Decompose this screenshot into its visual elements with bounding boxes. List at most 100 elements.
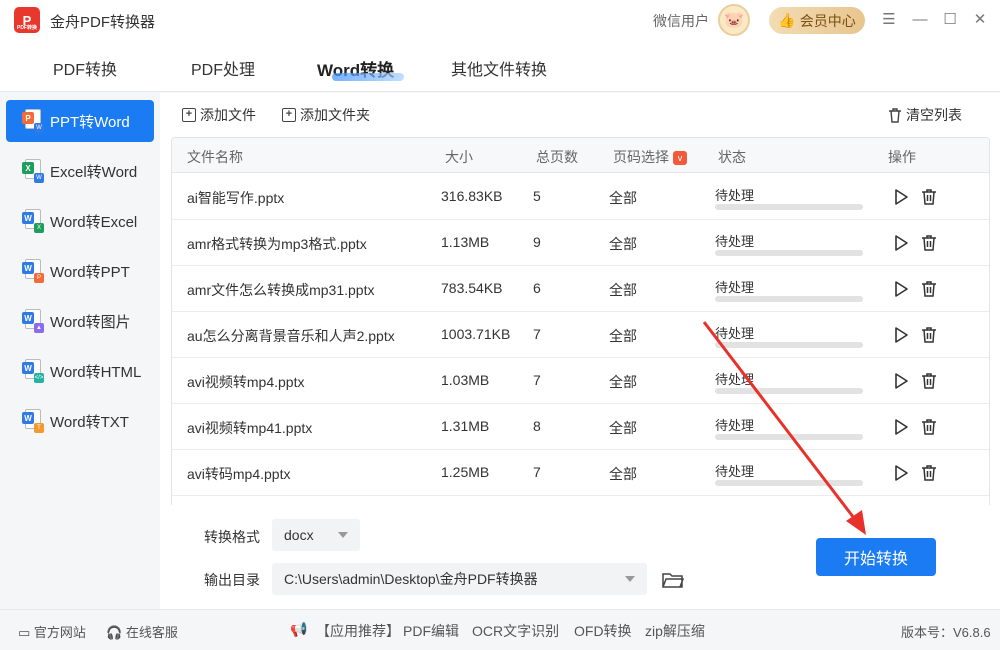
sidebar-item-label: Excel转Word [50,163,138,181]
format-select[interactable]: docx [272,519,360,551]
sidebar-item-word-to-html[interactable]: W </> Word转HTML [6,350,154,392]
website-label: 官方网站 [33,625,86,640]
page-count-cell: 7 [533,464,541,480]
clear-list-button[interactable]: 清空列表 [888,105,962,125]
delete-icon[interactable] [920,372,938,390]
file-size-cell: 1.13MB [441,234,490,250]
header-name: 文件名称 [187,149,243,165]
page-select-cell[interactable]: 全部 [609,234,637,254]
format-value: docx [284,527,314,543]
page-select-cell[interactable]: 全部 [609,280,637,300]
sidebar-item-word-to-ppt[interactable]: WP Word转PPT [6,250,154,292]
promo-link-zip[interactable]: zip解压缩 [645,621,705,641]
promo-link-ofd[interactable]: OFD转换 [574,621,632,641]
status-cell: 待处理 [715,234,755,249]
minimize-icon[interactable]: — [910,10,930,30]
page-count-cell: 9 [533,234,541,250]
sidebar-item-label: Word转HTML [50,363,142,381]
tab-pdf-process[interactable]: PDF处理 [191,56,255,80]
play-icon[interactable] [892,326,910,344]
delete-icon[interactable] [920,326,938,344]
word-to-image-icon: W ▲ [22,309,44,333]
website-link[interactable]: ▭ 官方网站 [18,622,86,641]
headset-icon: 🎧 [106,625,123,640]
word-to-excel-icon: WX [22,209,44,233]
tab-other-convert[interactable]: 其他文件转换 [451,56,547,80]
word-to-html-icon: W </> [22,359,44,383]
sidebar-item-word-to-image[interactable]: W ▲ Word转图片 [6,300,154,342]
maximize-icon[interactable]: ☐ [940,10,960,30]
vip-center-button[interactable]: 👍 会员中心 [769,7,865,34]
play-icon[interactable] [892,464,910,482]
delete-icon[interactable] [920,188,938,206]
page-select-cell[interactable]: 全部 [609,372,637,392]
user-name[interactable]: 微信用户 [653,11,709,31]
header-pages: 总页数 [536,149,578,165]
add-folder-button[interactable]: + 添加文件夹 [282,105,370,125]
status-cell: 待处理 [715,464,755,479]
start-convert-button[interactable]: 开始转换 [816,538,936,576]
format-label: 转换格式 [204,529,260,545]
play-icon[interactable] [892,418,910,436]
page-select-cell[interactable]: 全部 [609,418,637,438]
output-dir-select[interactable]: C:\Users\admin\Desktop\金舟PDF转换器 [272,563,647,595]
page-select-cell[interactable]: 全部 [609,464,637,484]
delete-icon[interactable] [920,464,938,482]
page-select-cell[interactable]: 全部 [609,188,637,208]
page-count-cell: 7 [533,372,541,388]
file-name-cell: amr文件怎么转换成mp31.pptx [187,282,375,298]
progress-bar [715,204,863,210]
add-file-label: 添加文件 [200,107,256,123]
delete-icon[interactable] [920,234,938,252]
file-name-cell: avi转码mp4.pptx [187,466,291,482]
close-icon[interactable]: ✕ [970,10,990,30]
version-label: 版本号：V6.8.6 [901,625,991,640]
promo-link-ocr[interactable]: OCR文字识别 [472,621,559,641]
progress-bar [715,434,863,440]
file-size-cell: 316.83KB [441,188,503,204]
play-icon[interactable] [892,188,910,206]
progress-bar [715,296,863,302]
play-icon[interactable] [892,372,910,390]
file-size-cell: 1.25MB [441,464,490,480]
footer: ▭ 官方网站 🎧 在线客服 📢 【应用推荐】 PDF编辑 OCR文字识别 OFD… [0,609,1000,650]
sidebar-item-label: Word转TXT [50,413,129,431]
page-count-cell: 8 [533,418,541,434]
delete-icon[interactable] [920,418,938,436]
folder-open-icon[interactable] [662,571,684,589]
vip-badge-icon: v [673,151,687,166]
status-cell: 待处理 [715,418,755,433]
progress-bar [715,480,863,486]
main-tabs: PDF转换 PDF处理 Word转换 其他文件转换 [0,40,1000,92]
menu-icon[interactable]: ☰ [879,10,899,30]
table-row: avi转码mp4.pptx 1.25MB 7 全部 待处理 [172,450,989,496]
sidebar-item-word-to-txt[interactable]: WT Word转TXT [6,400,154,442]
word-to-ppt-icon: WP [22,259,44,283]
progress-bar [715,388,863,394]
sidebar-item-excel-to-word[interactable]: XW Excel转Word [6,150,154,192]
header-page-select-label: 页码选择 [613,149,669,165]
avatar[interactable]: 🐷 [718,4,750,36]
promo-link-pdf-edit[interactable]: PDF编辑 [403,621,459,641]
delete-icon[interactable] [920,280,938,298]
tab-pdf-convert[interactable]: PDF转换 [53,56,117,80]
sidebar-item-label: Word转图片 [50,313,131,331]
support-label: 在线客服 [125,625,178,640]
monitor-icon: ▭ [18,625,31,640]
header-page-select[interactable]: 页码选择 v [613,147,687,167]
file-size-cell: 783.54KB [441,280,503,296]
sidebar-item-word-to-excel[interactable]: WX Word转Excel [6,200,154,242]
add-file-button[interactable]: + 添加文件 [182,105,256,125]
ppt-to-word-icon: PW [22,109,44,133]
play-icon[interactable] [892,280,910,298]
app-logo-icon: P PDF转换 [14,7,40,33]
sidebar-item-ppt-to-word[interactable]: PW PPT转Word [6,100,154,142]
file-name-cell: avi视频转mp41.pptx [187,420,313,436]
add-file-icon: + [182,108,196,122]
progress-bar [715,342,863,348]
support-link[interactable]: 🎧 在线客服 [106,622,178,641]
table-row: avi视频转mp4.pptx 1.03MB 7 全部 待处理 [172,358,989,404]
file-size-cell: 1.31MB [441,418,490,434]
page-select-cell[interactable]: 全部 [609,326,637,346]
play-icon[interactable] [892,234,910,252]
